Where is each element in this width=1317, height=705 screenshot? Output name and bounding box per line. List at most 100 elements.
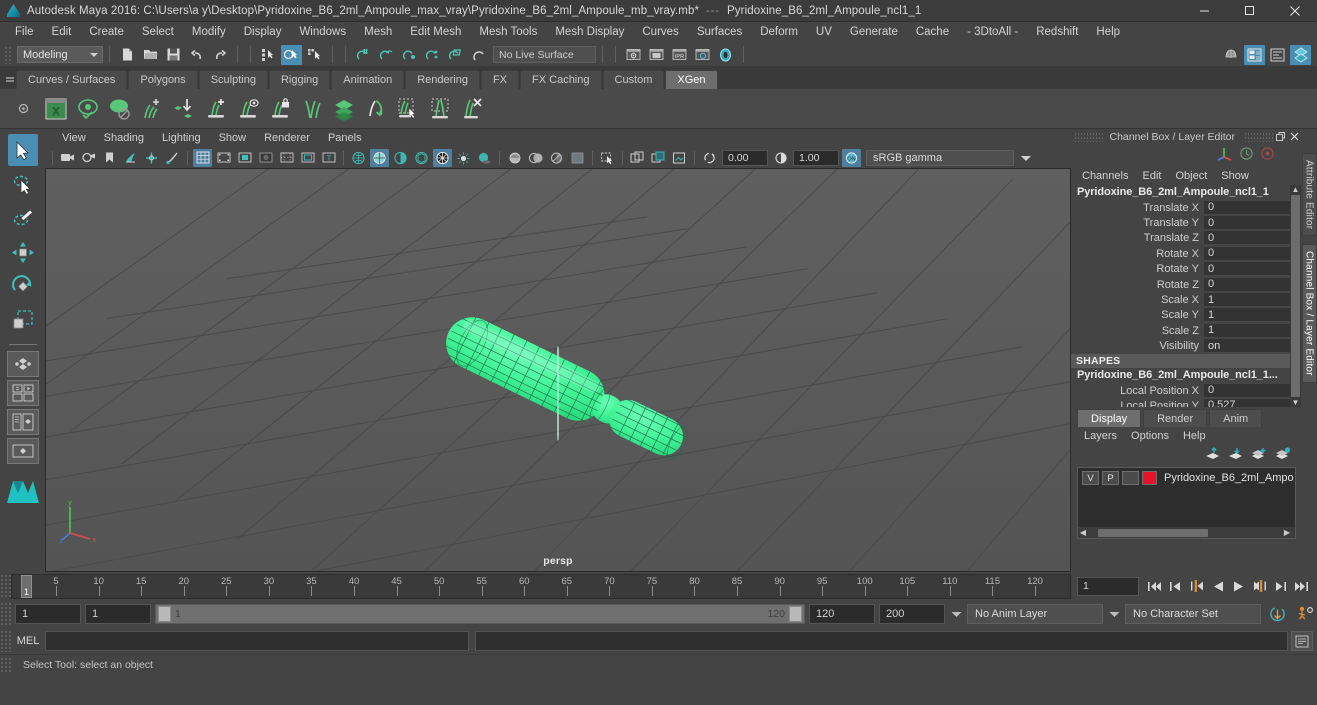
snapshot-icon[interactable]	[628, 149, 647, 167]
select-tool[interactable]	[7, 134, 38, 166]
wireframe-shading-icon[interactable]	[349, 149, 368, 167]
scale-tool[interactable]	[8, 304, 38, 336]
channel-row-rotate-z[interactable]: Rotate Z 0	[1071, 277, 1290, 292]
animation-end-time-field[interactable]: 200	[879, 604, 945, 624]
grease-pencil-icon[interactable]	[142, 149, 161, 167]
move-tool[interactable]	[8, 236, 38, 268]
viewport-snapshot-icon[interactable]	[670, 149, 689, 167]
snap-to-point-icon[interactable]	[399, 45, 420, 65]
chevron-down-icon[interactable]	[1014, 150, 1038, 166]
range-start-handle[interactable]	[158, 606, 171, 622]
anim-layer-select[interactable]: No Anim Layer	[967, 604, 1103, 624]
rotate-tool[interactable]	[8, 270, 38, 302]
range-end-handle[interactable]	[789, 606, 802, 622]
wireframe-on-shaded-icon[interactable]	[433, 148, 452, 167]
channel-row-visibility[interactable]: Visibility on	[1071, 339, 1290, 354]
layer-menu-options[interactable]: Options	[1124, 430, 1176, 442]
viewport-menu-view[interactable]: View	[53, 129, 95, 147]
gamma-value[interactable]: 1.00	[793, 149, 839, 166]
xgen-select-guides-icon[interactable]	[392, 92, 424, 126]
channel-value[interactable]: 1	[1204, 293, 1290, 308]
channel-value[interactable]: 0	[1204, 200, 1290, 215]
camera-attributes-icon[interactable]	[58, 149, 77, 167]
move-axis-gizmo-icon[interactable]	[1216, 146, 1233, 164]
shelf-tab-rendering[interactable]: Rendering	[405, 70, 480, 89]
shelf-tab-sculpting[interactable]: Sculpting	[198, 70, 268, 89]
current-frame-field[interactable]: 1	[1077, 576, 1139, 596]
vertical-tab-channel-box[interactable]: Channel Box / Layer Editor	[1301, 244, 1317, 384]
channel-row-local-position-x[interactable]: Local Position X 0	[1071, 383, 1290, 398]
channel-value[interactable]: 0	[1204, 277, 1290, 292]
layer-list-horizontal-scrollbar[interactable]: ◀ ▶	[1078, 527, 1295, 538]
xgen-groom-convert-icon[interactable]	[360, 92, 392, 126]
field-chart-icon[interactable]	[277, 149, 296, 167]
shelf-grip[interactable]	[4, 67, 16, 89]
character-set-select[interactable]: No Character Set	[1125, 604, 1261, 624]
xgen-preview-off-icon[interactable]	[104, 92, 136, 126]
snap-to-grid-icon[interactable]	[353, 45, 374, 65]
command-language-label[interactable]: MEL	[11, 635, 45, 647]
show-channel-box-icon[interactable]	[1290, 44, 1311, 65]
make-live-icon[interactable]	[468, 45, 489, 65]
xgen-layers-icon[interactable]	[328, 92, 360, 126]
channel-row-translate-y[interactable]: Translate Y 0	[1071, 215, 1290, 231]
channelbox-menu-channels[interactable]: Channels	[1075, 170, 1135, 182]
new-layer-icon[interactable]	[1251, 447, 1267, 463]
vertical-tab-attribute-editor[interactable]: Attribute Editor	[1301, 153, 1317, 237]
render-current-frame-icon[interactable]	[623, 45, 644, 65]
persp-graph-layout[interactable]	[6, 438, 39, 464]
live-surface-field[interactable]: No Live Surface	[493, 46, 596, 63]
shelf-options-grip[interactable]	[6, 89, 40, 129]
channel-value[interactable]: 0	[1204, 216, 1290, 231]
channel-value[interactable]: 1	[1204, 323, 1290, 338]
layer-menu-help[interactable]: Help	[1176, 430, 1213, 442]
play-backwards-icon[interactable]	[1208, 576, 1227, 596]
outliner-persp-layout[interactable]	[6, 409, 39, 435]
close-button[interactable]	[1272, 0, 1317, 22]
menu-generate[interactable]: Generate	[841, 22, 907, 43]
color-management-icon[interactable]: ON	[842, 148, 861, 167]
help-line-grip[interactable]	[0, 656, 11, 673]
menu-edit[interactable]: Edit	[43, 22, 81, 43]
shelf-tab-fx-caching[interactable]: FX Caching	[520, 70, 602, 89]
step-back-frame-icon[interactable]	[1166, 576, 1185, 596]
statusline-grip[interactable]	[4, 45, 13, 64]
channel-value[interactable]: 0	[1204, 383, 1290, 398]
step-forward-frame-icon[interactable]	[1271, 576, 1290, 596]
camera-bookmark-icon[interactable]	[79, 149, 98, 167]
tab-display-layers[interactable]: Display	[1077, 409, 1142, 427]
viewport-menu-panels[interactable]: Panels	[319, 129, 371, 147]
xray-icon[interactable]	[526, 149, 545, 167]
menu-mesh-tools[interactable]: Mesh Tools	[470, 22, 546, 43]
channelbox-menu-show[interactable]: Show	[1214, 170, 1256, 182]
panel-grip[interactable]	[1074, 131, 1104, 142]
save-scene-icon[interactable]	[163, 45, 184, 65]
xray-active-components-icon[interactable]	[568, 149, 587, 167]
menu-cache[interactable]: Cache	[907, 22, 958, 43]
step-back-key-icon[interactable]	[1187, 576, 1206, 596]
xgen-add-description-icon[interactable]	[136, 92, 168, 126]
layer-visibility-toggle[interactable]: V	[1082, 471, 1099, 485]
lasso-select-tool[interactable]	[8, 168, 38, 200]
color-management-select[interactable]: sRGB gamma	[866, 149, 1014, 166]
xgen-import-icon[interactable]	[168, 92, 200, 126]
paint-select-tool[interactable]	[8, 202, 38, 234]
undock-panel-icon[interactable]	[1273, 130, 1287, 143]
move-layer-down-icon[interactable]	[1228, 447, 1243, 463]
snap-to-curve-icon[interactable]	[376, 45, 397, 65]
playback-start-time-field[interactable]: 1	[85, 604, 151, 624]
isolate-select-icon[interactable]	[598, 149, 617, 167]
display-layer-list[interactable]: V P Pyridoxine_B6_2ml_Ampo ◀ ▶	[1077, 467, 1296, 539]
xgen-bounding-box-icon[interactable]	[424, 92, 456, 126]
xgen-delete-icon[interactable]	[456, 92, 488, 126]
resolution-gate-icon[interactable]	[235, 149, 254, 167]
step-forward-key-icon[interactable]	[1250, 576, 1269, 596]
menu-select[interactable]: Select	[133, 22, 183, 43]
xgen-lock-description-icon[interactable]	[264, 92, 296, 126]
menu-uv[interactable]: UV	[807, 22, 841, 43]
smooth-shade-selected-icon[interactable]	[391, 149, 410, 167]
shadows-icon[interactable]	[475, 149, 494, 167]
select-by-hierarchy-icon[interactable]	[258, 45, 279, 65]
select-by-component-type-icon[interactable]	[304, 45, 325, 65]
new-scene-icon[interactable]	[117, 45, 138, 65]
